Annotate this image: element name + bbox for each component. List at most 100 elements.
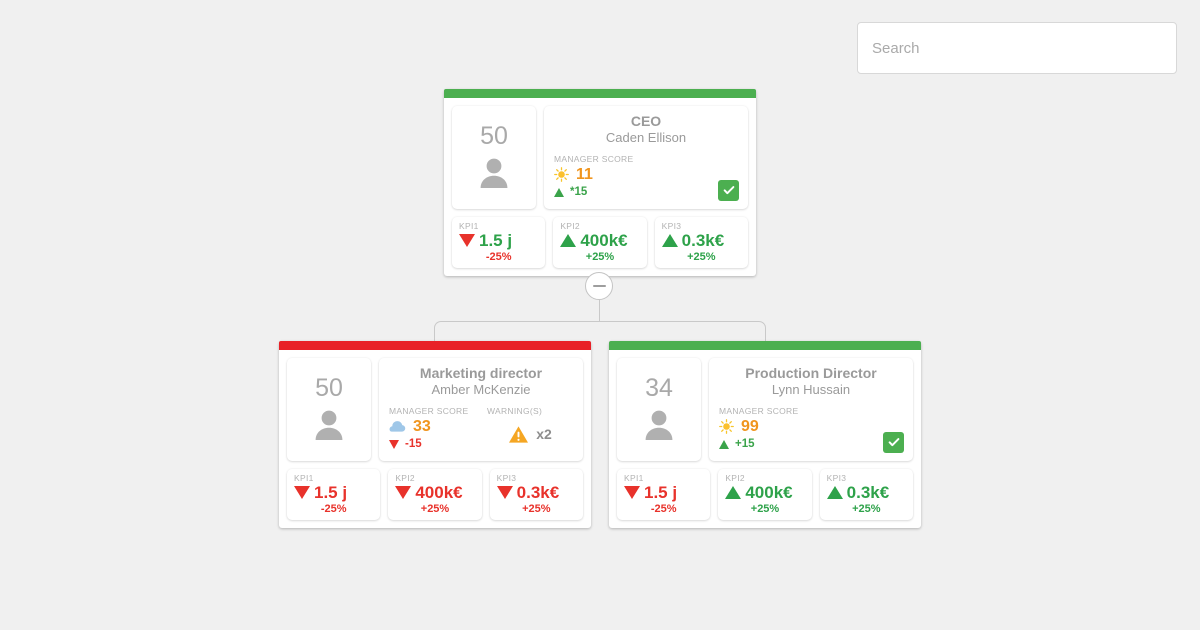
kpi-value: 400k€ bbox=[580, 230, 628, 250]
node-status-bar bbox=[609, 341, 921, 350]
trend-down-icon bbox=[624, 485, 640, 499]
trend-up-icon bbox=[725, 485, 742, 499]
manager-score-label: MANAGER SCORE bbox=[719, 405, 799, 416]
manager-score-block: MANAGER SCORE bbox=[719, 406, 903, 453]
collapse-toggle-ceo[interactable] bbox=[585, 272, 613, 300]
warnings-label: WARNING(S) bbox=[487, 405, 543, 416]
info-tile: Marketing director Amber McKenzie MANAGE… bbox=[379, 358, 583, 461]
check-icon bbox=[723, 186, 734, 195]
kpi-percent: +25% bbox=[585, 250, 615, 263]
trend-down-icon bbox=[294, 485, 310, 499]
kpi-percent: +25% bbox=[852, 502, 881, 515]
kpi-label: KPI2 bbox=[560, 220, 580, 231]
person-name: Lynn Hussain bbox=[771, 381, 851, 397]
manager-score-block: MANAGER SCORE 33 -15 bbox=[389, 406, 487, 453]
status-check-badge bbox=[718, 179, 739, 201]
kpi-percent: -25% bbox=[320, 502, 347, 515]
person-icon bbox=[645, 410, 673, 441]
node-status-bar bbox=[444, 89, 756, 98]
person-name: Amber McKenzie bbox=[431, 381, 531, 397]
headcount-value: 50 bbox=[315, 374, 343, 403]
info-tile: Production Director Lynn Hussain MANAGER… bbox=[709, 358, 913, 461]
trend-up-icon bbox=[826, 485, 843, 499]
manager-score-delta: -15 bbox=[405, 437, 422, 450]
kpi-tile: KPI3 0.3k€ +25% bbox=[654, 216, 748, 268]
kpi-percent: +25% bbox=[522, 502, 551, 515]
kpi-percent: -25% bbox=[485, 250, 512, 263]
kpi-value: 1.5 j bbox=[314, 482, 348, 502]
manager-score-value: 33 bbox=[413, 417, 431, 435]
trend-up-icon bbox=[554, 188, 564, 198]
manager-score-delta: *15 bbox=[570, 185, 588, 198]
org-node-production-director[interactable]: 34 Production Director Lynn Hussain MANA… bbox=[609, 341, 921, 528]
person-name: Caden Ellison bbox=[605, 129, 687, 145]
trend-down-icon bbox=[459, 233, 475, 247]
sun-icon bbox=[719, 419, 734, 435]
minus-icon bbox=[592, 285, 606, 287]
trend-down-icon bbox=[496, 485, 513, 499]
connector-stem-top bbox=[599, 300, 600, 322]
org-node-marketing-director[interactable]: 50 Marketing director Amber McKenzie MAN… bbox=[279, 341, 591, 528]
kpi-value: 400k€ bbox=[415, 482, 463, 502]
manager-score-block: MANAGER SCORE bbox=[554, 154, 738, 201]
kpi-tile: KPI3 0.3k€ +25% bbox=[819, 468, 913, 520]
kpi-value: 1.5 j bbox=[479, 230, 513, 250]
kpi-percent: -25% bbox=[650, 502, 677, 515]
status-check-badge bbox=[883, 431, 904, 453]
kpi-value: 0.3k€ bbox=[846, 482, 890, 502]
person-icon bbox=[480, 158, 508, 189]
kpi-label: KPI2 bbox=[395, 472, 415, 483]
headcount-value: 34 bbox=[645, 374, 673, 403]
kpi-value: 1.5 j bbox=[644, 482, 678, 502]
kpi-label: KPI1 bbox=[459, 220, 479, 231]
trend-up-icon bbox=[719, 440, 729, 450]
kpi-label: KPI3 bbox=[661, 220, 682, 231]
warnings-count: x2 bbox=[536, 426, 552, 443]
manager-score-value: 99 bbox=[741, 417, 759, 435]
kpi-percent: +25% bbox=[687, 250, 716, 263]
role-title: Production Director bbox=[745, 365, 877, 381]
info-tile: CEO Caden Ellison MANAGER SCORE 11 *15 bbox=[544, 106, 748, 209]
manager-score-delta: +15 bbox=[735, 437, 755, 450]
warning-icon bbox=[509, 426, 529, 443]
org-node-ceo[interactable]: 50 CEO Caden Ellison MANAGER SCORE 11 *1… bbox=[444, 89, 756, 276]
kpi-tile: KPI2 400k€ +25% bbox=[388, 468, 482, 520]
trend-up-icon bbox=[661, 233, 678, 247]
headcount-value: 50 bbox=[480, 122, 508, 151]
node-status-bar bbox=[279, 341, 591, 350]
kpi-percent: +25% bbox=[420, 502, 450, 515]
org-chart-canvas: 50 CEO Caden Ellison MANAGER SCORE bbox=[0, 0, 1200, 630]
role-title: Marketing director bbox=[419, 365, 543, 381]
sun-icon bbox=[554, 167, 569, 183]
search-input[interactable] bbox=[857, 22, 1177, 74]
trend-down-icon bbox=[395, 485, 412, 499]
kpi-tile: KPI1 1.5 j -25% bbox=[452, 216, 546, 268]
check-icon bbox=[888, 438, 899, 447]
cloud-icon bbox=[389, 421, 406, 432]
kpi-value: 0.3k€ bbox=[516, 482, 560, 502]
search-box[interactable] bbox=[857, 22, 1177, 74]
kpi-value: 0.3k€ bbox=[681, 230, 725, 250]
kpi-label: KPI3 bbox=[496, 472, 517, 483]
kpi-label: KPI1 bbox=[294, 472, 314, 483]
trend-up-icon bbox=[560, 233, 577, 247]
warnings-block: WARNING(S) x2 bbox=[487, 406, 573, 453]
kpi-label: KPI2 bbox=[725, 472, 745, 483]
headcount-tile: 34 bbox=[617, 358, 701, 461]
kpi-label: KPI3 bbox=[826, 472, 847, 483]
kpi-label: KPI1 bbox=[624, 472, 644, 483]
trend-down-icon bbox=[389, 440, 399, 450]
kpi-tile: KPI2 400k€ +25% bbox=[718, 468, 812, 520]
kpi-percent: +25% bbox=[750, 502, 780, 515]
kpi-value: 400k€ bbox=[745, 482, 793, 502]
manager-score-label: MANAGER SCORE bbox=[389, 405, 469, 416]
role-title: CEO bbox=[630, 113, 662, 129]
kpi-tile: KPI2 400k€ +25% bbox=[553, 216, 647, 268]
headcount-tile: 50 bbox=[452, 106, 536, 209]
kpi-tile: KPI1 1.5 j -25% bbox=[617, 468, 711, 520]
headcount-tile: 50 bbox=[287, 358, 371, 461]
kpi-tile: KPI1 1.5 j -25% bbox=[287, 468, 381, 520]
person-icon bbox=[315, 410, 343, 441]
manager-score-value: 11 bbox=[576, 165, 593, 183]
kpi-tile: KPI3 0.3k€ +25% bbox=[489, 468, 583, 520]
